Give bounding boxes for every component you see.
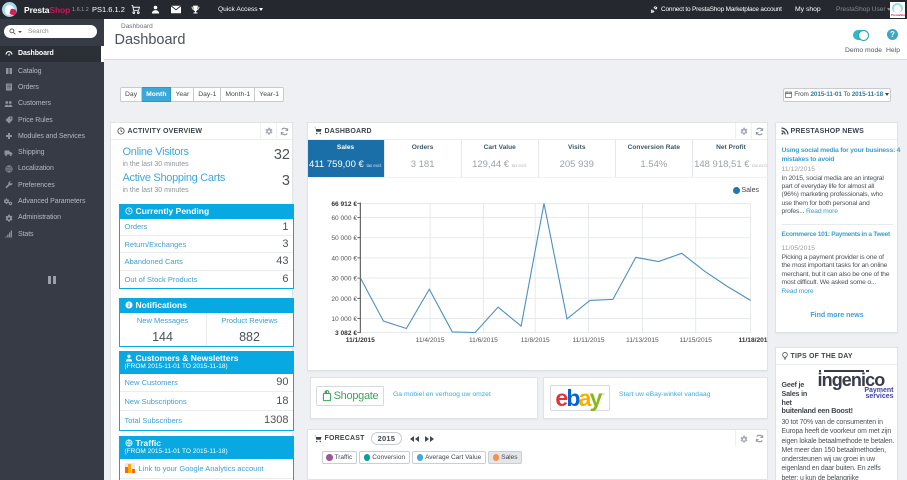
svg-text:50 000 €: 50 000 €	[331, 235, 357, 242]
svg-text:11/15/2015: 11/15/2015	[679, 337, 712, 344]
svg-text:11/6/2015: 11/6/2015	[468, 337, 497, 344]
svg-text:11/13/2015: 11/13/2015	[626, 337, 659, 344]
svg-text:11/8/2015: 11/8/2015	[520, 337, 549, 344]
svg-text:60 000 €: 60 000 €	[331, 215, 357, 222]
svg-text:11/1/2015: 11/1/2015	[345, 337, 374, 344]
svg-text:30 000 €: 30 000 €	[331, 275, 357, 282]
svg-text:66 912 €: 66 912 €	[331, 201, 357, 208]
svg-text:11/4/2015: 11/4/2015	[415, 337, 444, 344]
svg-text:20 000 €: 20 000 €	[331, 295, 357, 302]
svg-text:10 000 €: 10 000 €	[331, 316, 357, 323]
svg-text:40 000 €: 40 000 €	[331, 255, 357, 262]
svg-text:11/18/201: 11/18/201	[738, 337, 767, 344]
svg-text:11/11/2015: 11/11/2015	[572, 337, 604, 344]
svg-text:3 082 €: 3 082 €	[335, 330, 357, 337]
